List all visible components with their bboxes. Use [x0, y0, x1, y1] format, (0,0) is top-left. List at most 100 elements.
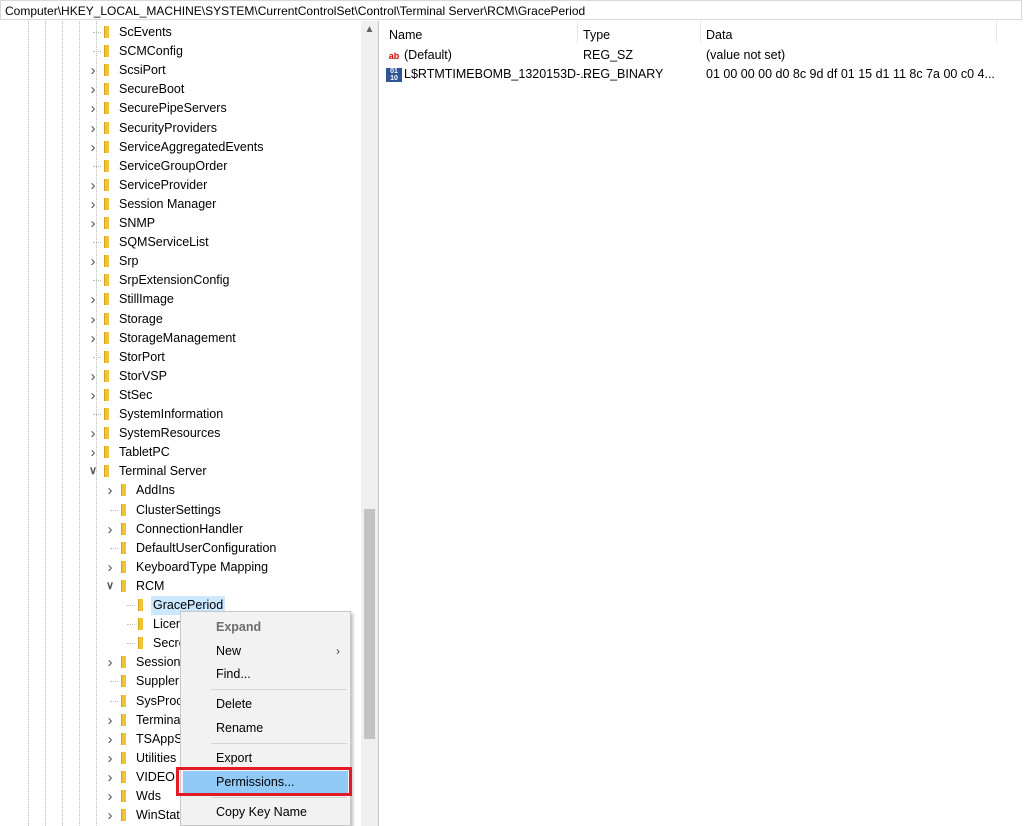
tree-node[interactable]: › SystemResources — [0, 424, 360, 443]
column-divider[interactable] — [700, 21, 701, 43]
tree-node[interactable]: › Storage — [0, 310, 360, 329]
chevron-right-icon[interactable]: › — [88, 61, 98, 80]
tree-node[interactable]: › KeyboardType Mapping — [0, 558, 360, 577]
menu-separator — [211, 797, 347, 798]
column-divider[interactable] — [577, 21, 578, 43]
binary-value-icon: 01 10 — [386, 68, 402, 82]
tree-node[interactable]: › ScsiPort — [0, 61, 360, 80]
tree-node[interactable]: › ServiceAggregatedEvents — [0, 138, 360, 157]
menu-item-copy-key-name[interactable]: Copy Key Name — [183, 801, 348, 823]
folder-icon — [104, 350, 109, 363]
tree-node[interactable]: SrpExtensionConfig — [0, 271, 360, 290]
chevron-right-icon[interactable]: › — [105, 558, 115, 577]
tree-node[interactable]: › AddIns — [0, 481, 360, 500]
chevron-right-icon[interactable]: › — [88, 214, 98, 233]
tree-node-label: SecureBoot — [119, 82, 185, 97]
tree-node[interactable]: › TabletPC — [0, 443, 360, 462]
chevron-down-icon[interactable]: ∨ — [105, 577, 115, 596]
chevron-right-icon[interactable]: › — [88, 195, 98, 214]
tree-node[interactable]: › Srp — [0, 252, 360, 271]
tree-node-label: ServiceAggregatedEvents — [119, 139, 264, 154]
chevron-right-icon[interactable]: › — [105, 768, 115, 787]
tree-node[interactable]: ScEvents — [0, 23, 360, 42]
tree-vertical-scrollbar[interactable]: ▲ — [361, 21, 378, 826]
tree-node-label: StorPort — [119, 349, 165, 364]
column-header-type[interactable]: Type — [583, 27, 610, 43]
tree-node[interactable]: ∨ Terminal Server — [0, 462, 360, 481]
chevron-right-icon[interactable]: › — [105, 711, 115, 730]
scroll-up-icon[interactable]: ▲ — [361, 23, 378, 37]
tree-node[interactable]: ServiceGroupOrder — [0, 157, 360, 176]
tree-node[interactable]: › SecurityProviders — [0, 119, 360, 138]
scrollbar-thumb[interactable] — [364, 509, 375, 739]
tree-node-label: AddIns — [136, 483, 175, 498]
chevron-right-icon[interactable]: › — [105, 787, 115, 806]
chevron-right-icon[interactable]: › — [88, 443, 98, 462]
tree-node[interactable]: › ServiceProvider — [0, 176, 360, 195]
folder-icon — [121, 579, 126, 592]
chevron-right-icon[interactable]: › — [105, 520, 115, 539]
chevron-right-icon[interactable]: › — [88, 252, 98, 271]
tree-node[interactable]: DefaultUserConfiguration — [0, 539, 360, 558]
chevron-right-icon[interactable]: › — [88, 367, 98, 386]
tree-node-label: Terminal Server — [119, 464, 207, 479]
folder-icon — [121, 751, 126, 764]
menu-item-find[interactable]: Find... — [183, 663, 348, 685]
value-row-default[interactable]: ab (Default) REG_SZ (value not set) — [386, 46, 1016, 65]
tree-node[interactable]: › SecurePipeServers — [0, 99, 360, 118]
chevron-right-icon[interactable]: › — [88, 424, 98, 443]
tree-node[interactable]: SQMServiceList — [0, 233, 360, 252]
chevron-down-icon[interactable]: ∨ — [88, 462, 98, 481]
menu-item-expand[interactable]: Expand — [183, 616, 348, 638]
chevron-right-icon[interactable]: › — [105, 730, 115, 749]
tree-node[interactable]: › Session Manager — [0, 195, 360, 214]
chevron-right-icon[interactable]: › — [88, 138, 98, 157]
tree-node-label: Session — [136, 655, 181, 670]
folder-icon — [104, 293, 109, 306]
menu-item-delete[interactable]: Delete — [183, 693, 348, 715]
chevron-right-icon[interactable]: › — [105, 806, 115, 825]
folder-icon — [104, 178, 109, 191]
folder-icon — [121, 503, 126, 516]
chevron-right-icon[interactable]: › — [88, 386, 98, 405]
folder-icon — [138, 599, 143, 611]
chevron-right-icon[interactable]: › — [88, 99, 98, 118]
chevron-right-icon[interactable]: › — [88, 119, 98, 138]
chevron-right-icon[interactable]: › — [105, 749, 115, 768]
tree-node-label: SNMP — [119, 216, 156, 230]
tree-node[interactable]: › StillImage — [0, 290, 360, 309]
chevron-right-icon[interactable]: › — [88, 310, 98, 329]
tree-node[interactable]: ∨ RCM — [0, 577, 360, 596]
chevron-right-icon[interactable]: › — [88, 176, 98, 195]
tree-node[interactable]: › SecureBoot — [0, 80, 360, 99]
address-bar[interactable]: Computer\HKEY_LOCAL_MACHINE\SYSTEM\Curre… — [0, 0, 1022, 20]
chevron-right-icon[interactable]: › — [105, 481, 115, 500]
column-header-name[interactable]: Name — [389, 27, 422, 43]
tree-node[interactable]: StorPort — [0, 348, 360, 367]
values-pane[interactable]: Name Type Data ab (Default) REG_SZ (valu… — [380, 21, 1024, 826]
tree-node-label: StillImage — [119, 292, 174, 307]
menu-item-export[interactable]: Export — [183, 747, 348, 769]
folder-icon — [121, 713, 126, 726]
tree-node[interactable]: › ConnectionHandler — [0, 520, 360, 539]
chevron-right-icon[interactable]: › — [88, 290, 98, 309]
menu-item-rename[interactable]: Rename — [183, 717, 348, 739]
tree-node[interactable]: › SNMP — [0, 214, 360, 233]
tree-node[interactable]: › StorageManagement — [0, 329, 360, 348]
tree-node-label: TabletPC — [119, 445, 170, 460]
chevron-right-icon[interactable]: › — [88, 329, 98, 348]
column-divider[interactable] — [996, 21, 997, 43]
tree-node[interactable]: › StorVSP — [0, 367, 360, 386]
column-header-data[interactable]: Data — [706, 27, 732, 43]
menu-item-new[interactable]: New › — [183, 640, 348, 662]
tree-node[interactable]: › StSec — [0, 386, 360, 405]
tree-node[interactable]: SystemInformation — [0, 405, 360, 424]
folder-icon — [104, 427, 109, 440]
tree-node[interactable]: ClusterSettings — [0, 501, 360, 520]
tree-node[interactable]: SCMConfig — [0, 42, 360, 61]
folder-icon — [104, 388, 109, 401]
chevron-right-icon[interactable]: › — [88, 80, 98, 99]
chevron-right-icon[interactable]: › — [105, 653, 115, 672]
value-row-timebomb[interactable]: 01 10 L$RTMTIMEBOMB_1320153D-... REG_BINA… — [386, 65, 1016, 84]
value-data: (value not set) — [706, 48, 786, 62]
